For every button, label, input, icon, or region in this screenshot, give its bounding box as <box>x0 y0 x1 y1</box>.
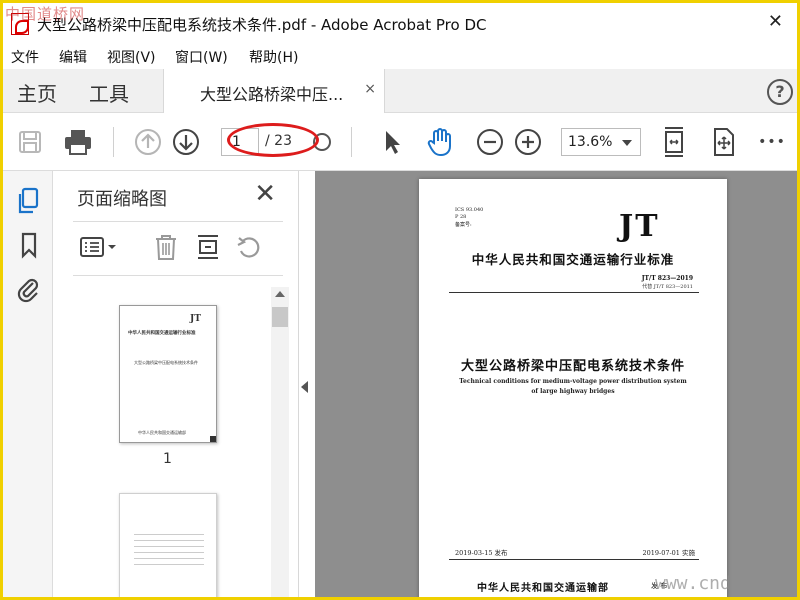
site-watermark: 中国道桥网 <box>5 5 86 23</box>
menu-bar: 文件 编辑 视图(V) 窗口(W) 帮助(H) <box>3 43 797 69</box>
acrobat-window: 大型公路桥梁中压配电系统技术条件.pdf - Adobe Acrobat Pro… <box>0 0 800 600</box>
page-number-label: 1 <box>163 451 172 467</box>
window-title: 大型公路桥梁中压配电系统技术条件.pdf - Adobe Acrobat Pro… <box>37 16 487 34</box>
publisher: 中华人民共和国交通运输部 <box>477 583 609 594</box>
p-code: P 28 <box>455 214 467 220</box>
collapse-panel-arrow-icon[interactable] <box>301 381 308 393</box>
tab-bar: 主页 工具 大型公路桥梁中压... × ? <box>3 69 797 113</box>
print-icon[interactable] <box>63 127 93 157</box>
thumbnails-scrollbar[interactable] <box>271 287 289 597</box>
panel-close-button[interactable]: ✕ <box>254 179 276 209</box>
rotate-page-icon[interactable] <box>235 233 263 261</box>
page-total-label: / 23 <box>265 133 292 149</box>
document-viewport[interactable]: ICS 93.040 P 28 备案号: JT 中华人民共和国交通运输行业标准 … <box>315 171 797 597</box>
menu-help[interactable]: 帮助(H) <box>249 47 298 67</box>
menu-file[interactable]: 文件 <box>11 47 39 67</box>
tab-home[interactable]: 主页 <box>17 78 57 107</box>
thumb-line <box>134 546 204 547</box>
page-thumbnails-icon[interactable] <box>15 187 43 215</box>
save-icon[interactable] <box>15 127 45 157</box>
document-tab-close-button[interactable]: × <box>364 81 376 97</box>
scrollbar-thumb[interactable] <box>272 307 288 327</box>
attachments-icon[interactable] <box>15 275 43 303</box>
thumb-cn-title: 大型公路桥梁中压配电系统技术条件 <box>134 360 198 365</box>
rule-top <box>449 292 699 293</box>
document-title-cn: 大型公路桥梁中压配电系统技术条件 <box>460 359 685 374</box>
menu-edit[interactable]: 编辑 <box>59 47 87 67</box>
document-tab-label: 大型公路桥梁中压... <box>200 85 344 104</box>
select-cursor-icon[interactable] <box>377 127 407 157</box>
panel-title: 页面缩略图 <box>77 189 167 210</box>
panel-divider <box>73 221 283 222</box>
thumb-line <box>134 540 204 541</box>
help-icon[interactable]: ? <box>767 79 793 105</box>
page-thumbnail-2[interactable] <box>119 493 217 597</box>
page-thumbnail-1[interactable]: JT 中华人民共和国交通运输行业标准 大型公路桥梁中压配电系统技术条件 中华人民… <box>119 305 217 443</box>
thumb-line <box>134 552 204 553</box>
thumb-publisher: 中华人民共和国交通运输部 <box>138 430 186 435</box>
zoom-level-select[interactable]: 13.6% <box>561 128 641 156</box>
jt-logo: JT <box>619 209 660 244</box>
thumb-page-corner <box>210 436 216 442</box>
more-tools-button[interactable]: ••• <box>757 127 787 157</box>
issue-date: 2019-03-15 发布 <box>455 549 508 557</box>
thumb-standard-title: 中华人民共和国交通运输行业标准 <box>128 331 196 336</box>
rule-bottom <box>449 559 699 560</box>
next-page-icon[interactable] <box>171 127 201 157</box>
previous-page-icon[interactable] <box>133 127 163 157</box>
thumb-line <box>134 558 204 559</box>
site-watermark-bottom: www.cnd <box>655 573 731 594</box>
thumb-logo: JT <box>190 314 201 324</box>
toolbar-separator <box>113 127 114 157</box>
zoom-in-icon[interactable] <box>513 127 543 157</box>
zoom-level-value: 13.6% <box>568 134 613 150</box>
chevron-down-icon <box>622 140 632 146</box>
zoom-marquee-icon[interactable] <box>307 127 337 157</box>
bookmarks-icon[interactable] <box>15 231 43 259</box>
filing-number: 备案号: <box>455 222 472 228</box>
menu-view[interactable]: 视图(V) <box>107 47 156 67</box>
zoom-out-icon[interactable] <box>475 127 505 157</box>
delete-page-icon[interactable] <box>153 233 179 261</box>
thumb-line <box>134 564 204 565</box>
thumbnail-options-icon[interactable] <box>79 233 119 261</box>
standard-title: 中华人民共和国交通运输行业标准 <box>471 252 675 267</box>
ics-code: ICS 93.040 <box>455 207 484 213</box>
standard-number: JT/T 823—2019 <box>641 275 693 282</box>
page-number-input[interactable]: 1 <box>221 128 259 156</box>
page-thumbnails-panel: 页面缩略图 ✕ JT 中华人民共和国交通运输行业标准 大型公路桥梁中压配电系统技… <box>53 171 299 597</box>
thumb-line <box>134 534 204 535</box>
insert-page-icon[interactable] <box>195 233 221 261</box>
fit-page-icon[interactable] <box>659 127 689 157</box>
window-close-button[interactable]: ✕ <box>768 11 783 32</box>
scroll-up-arrow-icon[interactable] <box>275 291 285 297</box>
title-bar: 大型公路桥梁中压配电系统技术条件.pdf - Adobe Acrobat Pro… <box>3 3 797 43</box>
effective-date: 2019-07-01 实施 <box>642 549 695 557</box>
main-toolbar: 1 / 23 13.6% ••• <box>3 113 797 171</box>
rotate-view-icon[interactable] <box>709 127 739 157</box>
menu-window[interactable]: 窗口(W) <box>175 47 228 67</box>
replaces-standard: 代替 JT/T 823—2011 <box>642 284 693 290</box>
tab-document[interactable]: 大型公路桥梁中压... × <box>163 69 385 113</box>
document-title-en: Technical conditions for medium-voltage … <box>459 378 687 395</box>
toolbar-separator <box>351 127 352 157</box>
panel-divider <box>73 275 283 276</box>
tab-tools[interactable]: 工具 <box>89 78 129 107</box>
navigation-rail <box>3 171 53 597</box>
pdf-page: ICS 93.040 P 28 备案号: JT 中华人民共和国交通运输行业标准 … <box>419 179 727 597</box>
hand-tool-icon[interactable] <box>425 127 455 157</box>
